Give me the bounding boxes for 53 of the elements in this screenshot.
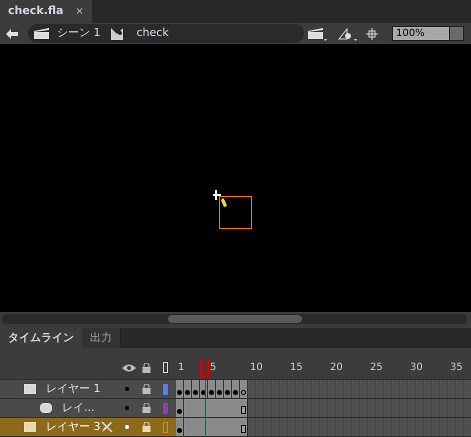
dropdown-caret-icon[interactable] [449, 27, 463, 40]
outline-color-swatch[interactable] [163, 384, 168, 394]
layer-icon [40, 403, 52, 413]
frame-grid[interactable] [176, 380, 471, 398]
layer-name: レイ... [62, 400, 94, 416]
frame-number: 20 [330, 361, 343, 375]
outline-icon[interactable] [163, 362, 168, 373]
frame-span[interactable] [176, 399, 248, 417]
playhead-line [204, 380, 206, 437]
layer-name: レイヤー 3 [46, 418, 100, 435]
frame-span[interactable] [176, 418, 248, 436]
frame-number: 1 [178, 361, 184, 375]
close-icon[interactable]: × [75, 4, 84, 19]
panel-tab[interactable]: タイムライン [0, 328, 82, 348]
eye-icon[interactable] [122, 364, 136, 372]
frame-span[interactable] [176, 380, 248, 398]
panel-tab[interactable]: 出力 [82, 328, 121, 348]
zoom-field[interactable]: 100% [392, 26, 464, 41]
document-tab[interactable]: check.fla × [0, 0, 92, 23]
shapes-menu-icon[interactable] [338, 26, 358, 40]
frame-ruler[interactable]: 1 5 10 15 20 25 30 35 [176, 356, 471, 379]
frame-number: 35 [450, 361, 463, 375]
scrollbar-thumb[interactable] [168, 315, 302, 323]
symbol-icon [110, 28, 124, 40]
tab-title: check.fla [8, 3, 64, 20]
frame-number: 5 [210, 361, 216, 375]
clapperboard-icon [34, 28, 49, 39]
frame-number: 25 [370, 361, 383, 375]
symbol-link[interactable]: check [136, 25, 169, 42]
layer-row[interactable]: レイヤー 1 [0, 380, 176, 398]
pencil-icon [101, 421, 113, 433]
frame-number: 10 [250, 361, 263, 375]
back-arrow-icon[interactable] [6, 28, 18, 38]
layer-icon [24, 384, 36, 394]
layer-name: レイヤー 1 [46, 380, 100, 397]
layer-row[interactable]: レイ... [0, 399, 176, 417]
crosshair-icon[interactable] [366, 28, 378, 40]
clapperboard-menu-icon[interactable] [308, 26, 328, 40]
lock-icon[interactable] [142, 384, 151, 394]
horizontal-scrollbar[interactable] [2, 314, 467, 324]
layer-row[interactable]: レイヤー 3 [0, 418, 176, 436]
lock-icon[interactable] [142, 422, 151, 432]
frame-number: 15 [290, 361, 303, 375]
lock-icon[interactable] [142, 403, 151, 413]
frame-grid[interactable] [176, 399, 471, 417]
outline-color-swatch[interactable] [163, 422, 168, 432]
frame-number: 30 [410, 361, 423, 375]
lock-icon[interactable] [142, 362, 151, 372]
symbol-drawing [213, 190, 253, 230]
layer-icon [24, 422, 36, 432]
scene-link[interactable]: シーン 1 [57, 25, 100, 42]
outline-color-swatch[interactable] [163, 402, 168, 414]
frame-grid[interactable] [176, 418, 471, 436]
